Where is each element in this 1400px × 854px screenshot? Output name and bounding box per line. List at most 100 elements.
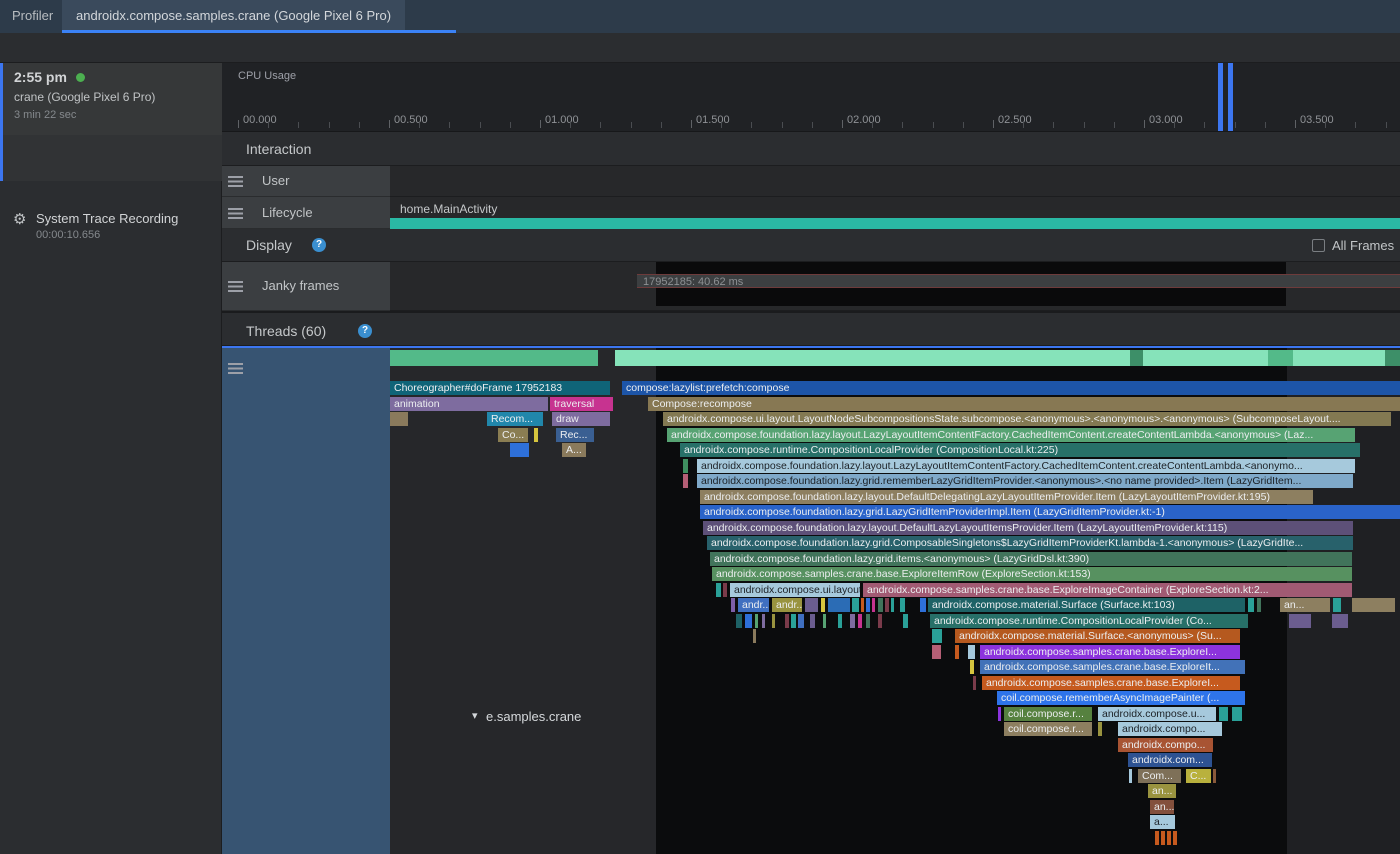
flame-bar[interactable]	[1213, 769, 1216, 783]
flame-bar[interactable]: androidx.compose.samples.crane.base.Expl…	[863, 583, 1352, 597]
flame-bar[interactable]	[932, 629, 942, 643]
flame-bar[interactable]	[731, 598, 735, 612]
lifecycle-track-label-panel[interactable]: Lifecycle	[222, 197, 390, 229]
flame-bar[interactable]	[755, 614, 758, 628]
flame-bar[interactable]	[866, 598, 870, 612]
flame-bar[interactable]	[762, 614, 765, 628]
flame-bar[interactable]	[716, 583, 721, 597]
flame-bar[interactable]: andr...	[772, 598, 802, 612]
flame-bar[interactable]: androidx.compo...	[1118, 738, 1213, 752]
flame-bar[interactable]	[973, 676, 976, 690]
flame-bar[interactable]: coil.compose.r...	[1004, 707, 1092, 721]
lifecycle-event-bar[interactable]	[390, 218, 1400, 229]
flame-bar[interactable]	[1155, 831, 1159, 845]
thread-state-segment[interactable]	[1385, 350, 1400, 366]
flame-bar[interactable]: androidx.compose.foundation.lazy.grid.re…	[697, 474, 1353, 488]
flame-bar[interactable]	[1352, 598, 1395, 612]
flame-bar[interactable]	[745, 614, 752, 628]
flame-bar[interactable]: androidx.compose.runtime.CompositionLoca…	[680, 443, 1360, 457]
flame-bar[interactable]	[872, 598, 875, 612]
flame-bar[interactable]: androidx.compose.ui.layout.m...	[730, 583, 860, 597]
flame-bar[interactable]: Compose:recompose	[648, 397, 1400, 411]
flame-bar[interactable]: compose:lazylist:prefetch:compose	[622, 381, 1400, 395]
flame-bar[interactable]	[1289, 614, 1311, 628]
flame-bar[interactable]: androidx.compose.foundation.lazy.grid.Co…	[707, 536, 1353, 550]
flame-bar[interactable]	[1232, 707, 1242, 721]
flame-bar[interactable]	[968, 645, 975, 659]
flame-bar[interactable]: androidx.compo...	[1118, 722, 1222, 736]
flame-bar[interactable]	[1219, 707, 1228, 721]
flame-bar[interactable]	[810, 614, 815, 628]
flame-bar[interactable]	[1173, 831, 1177, 845]
flame-bar[interactable]: androidx.compose.foundation.lazy.layout.…	[703, 521, 1353, 535]
flame-bar[interactable]: androidx.com...	[1128, 753, 1212, 767]
flame-bar[interactable]	[932, 645, 941, 659]
drag-handle-icon[interactable]	[228, 176, 243, 187]
flame-bar[interactable]	[903, 614, 908, 628]
flame-bar[interactable]	[821, 598, 825, 612]
flame-bar[interactable]	[772, 614, 775, 628]
thread-state-segment[interactable]	[1130, 350, 1143, 366]
flame-bar[interactable]: androidx.compose.foundation.lazy.grid.it…	[710, 552, 1352, 566]
flame-bar[interactable]: A...	[562, 443, 586, 457]
flame-bar[interactable]	[723, 583, 727, 597]
user-track[interactable]	[390, 166, 1400, 197]
flame-bar[interactable]	[798, 614, 804, 628]
flame-bar[interactable]: C...	[1186, 769, 1211, 783]
flame-bar[interactable]: traversal	[550, 397, 613, 411]
drag-handle-icon[interactable]	[228, 208, 243, 219]
all-frames-label[interactable]: All Frames	[1332, 238, 1394, 253]
flame-bar[interactable]	[1333, 598, 1341, 612]
flame-bar[interactable]	[683, 459, 688, 473]
chevron-down-icon[interactable]: ▾	[472, 709, 478, 722]
flame-bar[interactable]	[891, 598, 894, 612]
flame-bar[interactable]	[805, 598, 818, 612]
help-icon[interactable]: ?	[358, 324, 372, 338]
flame-bar[interactable]	[683, 474, 688, 488]
flame-bar[interactable]: andr...	[738, 598, 769, 612]
flame-bar[interactable]: androidx.compose.material.Surface (Surfa…	[928, 598, 1245, 612]
flame-bar[interactable]: androidx.compose.material.Surface.<anony…	[955, 629, 1240, 643]
flame-bar[interactable]	[852, 598, 859, 612]
flame-bar[interactable]	[885, 598, 889, 612]
user-track-label-panel[interactable]: User	[222, 166, 390, 197]
flame-bar[interactable]: an...	[1150, 800, 1174, 814]
flame-bar[interactable]	[838, 614, 842, 628]
flame-bar[interactable]	[878, 598, 883, 612]
flame-bar[interactable]	[785, 614, 789, 628]
flame-bar[interactable]: draw	[552, 412, 610, 426]
flame-bar[interactable]: androidx.compose.foundation.lazy.layout.…	[697, 459, 1355, 473]
flame-bar[interactable]: coil.compose.rememberAsyncImagePainter (…	[997, 691, 1245, 705]
flame-bar[interactable]	[390, 412, 408, 426]
flame-bar[interactable]	[878, 614, 882, 628]
flame-bar[interactable]	[1161, 831, 1165, 845]
flame-bar[interactable]: androidx.compose.samples.crane.base.Expl…	[712, 567, 1352, 581]
thread-state-segment[interactable]	[390, 350, 598, 366]
flame-bar[interactable]	[900, 598, 905, 612]
flame-bar[interactable]	[828, 598, 850, 612]
drag-handle-icon[interactable]	[228, 281, 243, 292]
thread-state-segment[interactable]	[1143, 350, 1268, 366]
flame-bar[interactable]: androidx.compose.foundation.lazy.layout.…	[700, 490, 1313, 504]
flame-bar[interactable]: androidx.compose.foundation.lazy.layout.…	[667, 428, 1355, 442]
tab-session[interactable]: androidx.compose.samples.crane (Google P…	[62, 0, 405, 33]
flame-bar[interactable]	[1129, 769, 1132, 783]
profiler-menu-label[interactable]: Profiler	[12, 8, 53, 23]
flame-bar[interactable]: Co...	[498, 428, 528, 442]
flame-bar[interactable]	[1257, 598, 1261, 612]
flame-bar[interactable]: animation	[390, 397, 548, 411]
flame-bar[interactable]	[823, 614, 826, 628]
flame-bar[interactable]	[858, 614, 862, 628]
flame-bar[interactable]: Com...	[1138, 769, 1181, 783]
flame-bar[interactable]: androidx.compose.samples.crane.base.Expl…	[980, 660, 1245, 674]
flame-bar[interactable]	[791, 614, 796, 628]
thread-label-panel[interactable]: ▾ e.samples.crane	[222, 348, 390, 854]
flame-bar[interactable]	[850, 614, 855, 628]
all-frames-checkbox[interactable]	[1312, 239, 1325, 252]
flame-bar[interactable]	[510, 443, 529, 457]
flame-bar[interactable]: androidx.compose.samples.crane.base.Expl…	[980, 645, 1240, 659]
flame-bar[interactable]	[1167, 831, 1171, 845]
thread-state-segment[interactable]	[1268, 350, 1293, 366]
session-list-item[interactable]: 2:55 pm crane (Google Pixel 6 Pro) 3 min…	[0, 63, 222, 135]
flame-bar[interactable]: coil.compose.r...	[1004, 722, 1092, 736]
